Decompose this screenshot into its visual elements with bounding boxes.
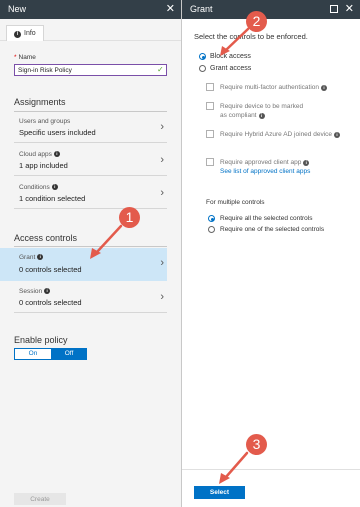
info-icon: i bbox=[44, 288, 51, 294]
block-access-label: Block access bbox=[210, 53, 251, 60]
new-blade-title: New bbox=[8, 4, 27, 14]
section-divider bbox=[14, 111, 167, 112]
create-button[interactable]: Create bbox=[14, 493, 66, 505]
row-label-text: Conditions bbox=[19, 184, 50, 191]
chevron-right-icon: › bbox=[160, 291, 164, 303]
hybrid-device-label: Require Hybrid Azure AD joined device i bbox=[220, 130, 350, 139]
row-value: 1 condition selected bbox=[19, 194, 86, 203]
compliant-device-label: Require device to be marked as compliant… bbox=[220, 102, 310, 120]
enable-policy-title: Enable policy bbox=[14, 335, 68, 345]
approved-app-label-text: Require approved client app bbox=[220, 159, 302, 166]
require-all-label: Require all the selected controls bbox=[220, 215, 313, 222]
row-label-text: Session bbox=[19, 288, 43, 295]
required-mark: * bbox=[14, 54, 17, 61]
footer-divider bbox=[182, 469, 360, 470]
grant-instruction: Select the controls to be enforced. bbox=[194, 32, 308, 41]
row-label: Grant i bbox=[19, 254, 44, 261]
row-value: 0 controls selected bbox=[19, 265, 82, 274]
info-icon: i bbox=[303, 160, 310, 166]
row-label-text: Cloud apps bbox=[19, 151, 52, 158]
grant-access-label: Grant access bbox=[210, 65, 252, 72]
conditions-row[interactable]: Conditions i 1 condition selected › bbox=[14, 179, 167, 209]
row-value: Specific users included bbox=[19, 128, 96, 137]
grant-access-radio[interactable] bbox=[199, 65, 206, 72]
approved-app-checkbox[interactable] bbox=[206, 158, 214, 166]
toggle-on[interactable]: On bbox=[15, 349, 51, 359]
annotation-badge-1: 1 bbox=[119, 207, 140, 228]
chevron-right-icon: › bbox=[160, 154, 164, 166]
select-button[interactable]: Select bbox=[194, 486, 245, 499]
info-icon: i bbox=[51, 184, 58, 190]
name-label-text: Name bbox=[18, 54, 36, 61]
row-label: Session i bbox=[19, 288, 51, 295]
info-icon: i bbox=[53, 151, 60, 157]
grant-blade-header: Grant ✕ bbox=[182, 0, 360, 19]
users-groups-row[interactable]: Users and groups Specific users included… bbox=[14, 113, 167, 143]
name-field[interactable] bbox=[14, 64, 167, 76]
mfa-label-text: Require multi-factor authentication bbox=[220, 84, 319, 91]
toggle-off[interactable]: Off bbox=[51, 349, 87, 359]
row-label: Cloud apps i bbox=[19, 151, 60, 158]
hybrid-device-label-text: Require Hybrid Azure AD joined device bbox=[220, 131, 333, 138]
new-policy-pane: iInfo *Name ✓ Assignments Users and grou… bbox=[0, 19, 181, 507]
info-icon: i bbox=[334, 132, 341, 138]
close-icon[interactable]: ✕ bbox=[166, 0, 175, 19]
approved-app-label: Require approved client app i bbox=[220, 158, 350, 167]
chevron-right-icon: › bbox=[160, 187, 164, 199]
mfa-checkbox[interactable] bbox=[206, 83, 214, 91]
check-icon: ✓ bbox=[157, 65, 164, 74]
section-divider bbox=[14, 246, 167, 247]
require-all-radio[interactable] bbox=[208, 215, 215, 222]
chevron-right-icon: › bbox=[160, 257, 164, 269]
compliant-device-checkbox[interactable] bbox=[206, 102, 214, 110]
close-icon[interactable]: ✕ bbox=[345, 0, 354, 19]
app-root: New ✕ Grant ✕ iInfo *Name ✓ Assignments … bbox=[0, 0, 360, 507]
info-bar: i Info bbox=[0, 19, 181, 41]
grant-pane: Select the controls to be enforced. Bloc… bbox=[182, 19, 360, 507]
info-icon: i bbox=[37, 254, 44, 260]
block-access-radio[interactable] bbox=[199, 53, 206, 60]
require-one-label: Require one of the selected controls bbox=[220, 226, 325, 233]
hybrid-device-checkbox[interactable] bbox=[206, 130, 214, 138]
session-row[interactable]: Session i 0 controls selected › bbox=[14, 283, 167, 313]
row-label: Conditions i bbox=[19, 184, 58, 191]
mfa-label: Require multi-factor authentication i bbox=[220, 83, 350, 92]
annotation-badge-2: 2 bbox=[246, 11, 267, 32]
name-label: * Name bbox=[14, 54, 36, 61]
row-value: 1 app included bbox=[19, 161, 68, 170]
multiple-controls-title: For multiple controls bbox=[206, 199, 265, 206]
maximize-icon[interactable] bbox=[330, 5, 338, 13]
info-icon: i bbox=[258, 113, 265, 119]
annotation-badge-3: 3 bbox=[246, 434, 267, 455]
cloud-apps-row[interactable]: Cloud apps i 1 app included › bbox=[14, 146, 167, 176]
new-blade-header: New ✕ bbox=[0, 0, 181, 19]
approved-apps-link[interactable]: See list of approved client apps bbox=[220, 168, 310, 175]
assignments-title: Assignments bbox=[14, 97, 66, 107]
enable-policy-toggle[interactable]: On Off bbox=[14, 348, 87, 360]
row-value: 0 controls selected bbox=[19, 298, 82, 307]
row-label: Users and groups bbox=[19, 118, 71, 125]
info-icon: i bbox=[321, 85, 327, 91]
tab-info-label: Info bbox=[24, 30, 36, 37]
row-label-text: Grant bbox=[19, 254, 36, 261]
require-one-radio[interactable] bbox=[208, 226, 215, 233]
grant-row[interactable]: Grant i 0 controls selected › bbox=[0, 248, 167, 281]
tab-info[interactable]: i Info bbox=[6, 25, 44, 41]
access-controls-title: Access controls bbox=[14, 233, 78, 243]
chevron-right-icon: › bbox=[160, 121, 164, 133]
info-icon: i bbox=[14, 31, 21, 38]
grant-blade-title: Grant bbox=[190, 4, 213, 14]
